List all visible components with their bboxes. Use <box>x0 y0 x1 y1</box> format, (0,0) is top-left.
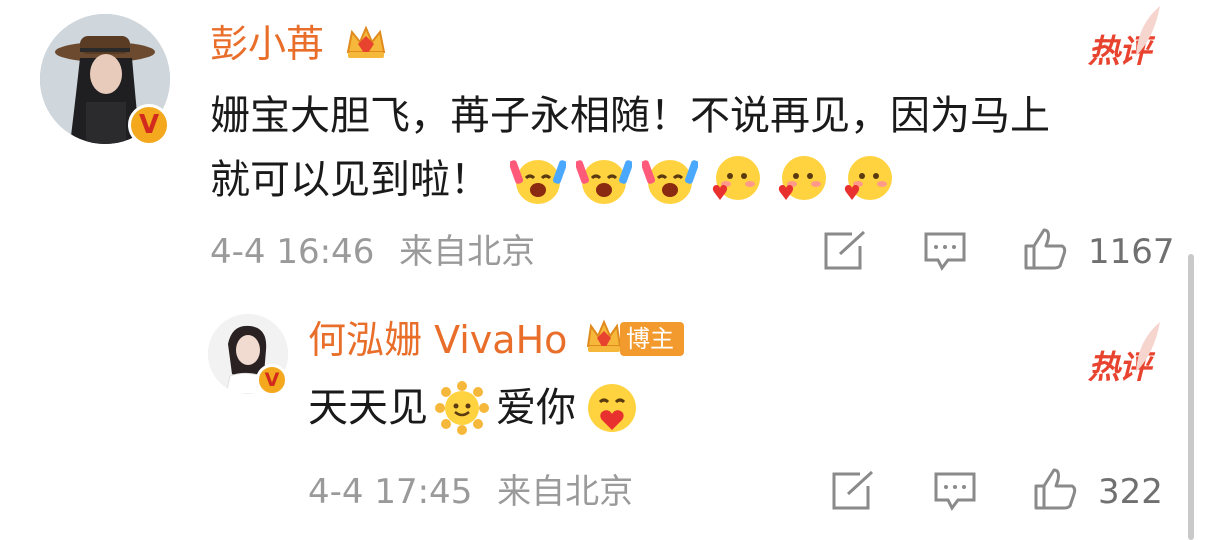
reply-time: 4-4 17:45 <box>308 472 473 512</box>
reply-location: 来自北京 <box>497 472 634 512</box>
crown-badge-icon <box>586 319 622 352</box>
comment-location: 来自北京 <box>399 232 536 272</box>
crown-badge-icon <box>346 25 386 58</box>
comment-icon[interactable] <box>922 230 968 272</box>
feather-icon <box>1136 6 1160 56</box>
reply-meta: 4-4 17:45 来自北京 <box>308 472 633 512</box>
heart-cute-emoji-icon <box>712 156 760 200</box>
heart-cute-emoji-icon <box>844 156 892 200</box>
share-icon[interactable] <box>822 230 868 272</box>
verified-icon: V <box>256 364 288 396</box>
comment-time: 4-4 16:46 <box>210 232 375 272</box>
feather-icon <box>1136 322 1160 372</box>
comment-icon[interactable] <box>932 470 978 512</box>
like-icon[interactable] <box>1022 226 1070 272</box>
comment-text-line-2: 就可以见到啦！ <box>210 152 906 208</box>
comment-meta: 4-4 16:46 来自北京 <box>210 232 535 272</box>
sun-emoji-icon <box>435 381 489 435</box>
comment-text-line-1: 姗宝大胆飞，苒子永相随！不说再见，因为马上 <box>210 93 1050 139</box>
like-icon[interactable] <box>1032 466 1080 512</box>
cheer-emoji-icon <box>642 160 698 204</box>
heart-cute-emoji-icon <box>778 156 826 200</box>
cheer-emoji-icon <box>576 160 632 204</box>
scrollbar[interactable] <box>1188 254 1194 540</box>
verified-icon: V <box>128 104 170 146</box>
share-icon[interactable] <box>830 470 876 512</box>
comment-username[interactable]: 彭小苒 <box>210 22 324 66</box>
blogger-badge: 博主 <box>620 322 684 356</box>
reply-username[interactable]: 何泓姗 VivaHo <box>308 318 567 362</box>
like-count: 322 <box>1098 472 1163 512</box>
like-count: 1167 <box>1088 232 1175 272</box>
love-hug-emoji-icon <box>588 384 636 432</box>
reply-text: 天天见 爱你 <box>308 380 650 436</box>
cheer-emoji-icon <box>510 160 566 204</box>
